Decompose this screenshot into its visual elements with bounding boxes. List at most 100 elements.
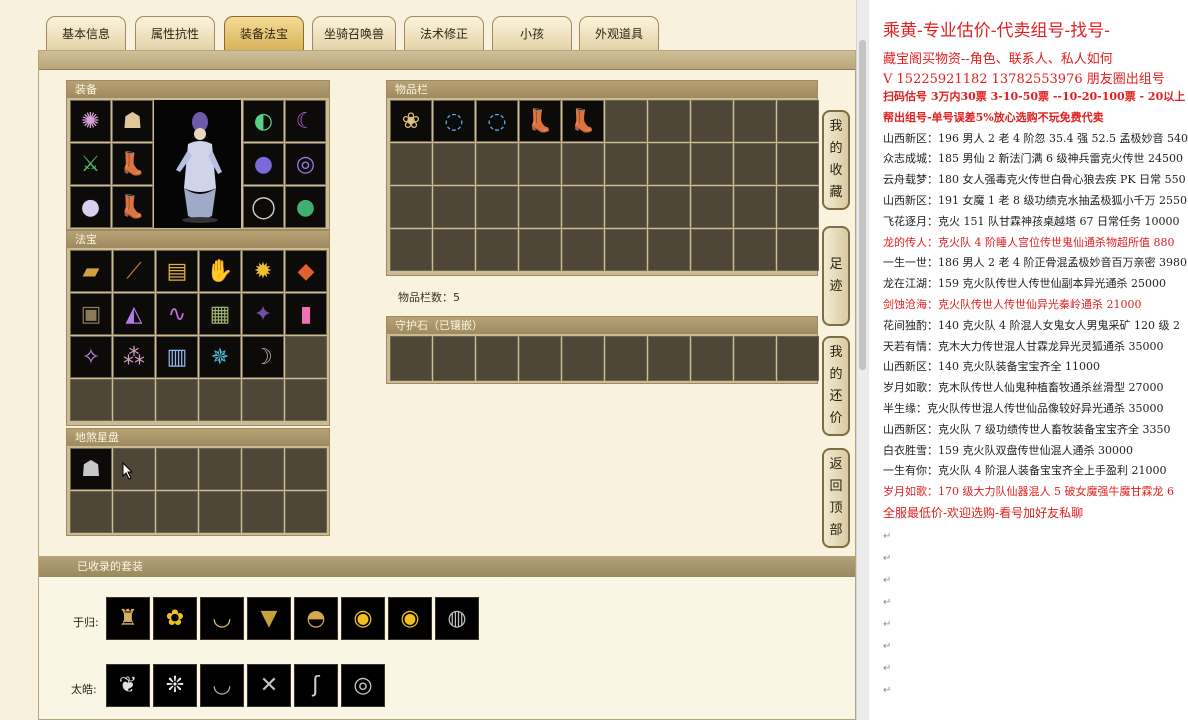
item-slot[interactable]: 👢: [562, 100, 604, 142]
empty-slot[interactable]: [113, 379, 155, 421]
white-wings-icon[interactable]: ❊: [153, 664, 197, 707]
empty-slot[interactable]: [285, 379, 327, 421]
item-slot[interactable]: 👢: [519, 100, 561, 142]
my-favorites-button[interactable]: 我的收藏: [822, 110, 850, 210]
item-slot[interactable]: ✦: [242, 293, 284, 335]
empty-slot[interactable]: [199, 491, 241, 533]
empty-slot[interactable]: [390, 186, 432, 228]
item-slot[interactable]: ✺: [70, 100, 111, 142]
item-slot[interactable]: ✹: [242, 250, 284, 292]
empty-slot[interactable]: [476, 186, 518, 228]
empty-slot[interactable]: [777, 336, 819, 381]
item-slot[interactable]: ☾: [285, 100, 326, 142]
item-slot[interactable]: ⟋: [113, 250, 155, 292]
empty-slot[interactable]: [605, 336, 647, 381]
empty-slot[interactable]: [285, 491, 327, 533]
empty-slot[interactable]: [476, 336, 518, 381]
empty-slot[interactable]: [433, 143, 475, 185]
page-scrollbar[interactable]: [856, 0, 868, 720]
empty-slot[interactable]: [734, 143, 776, 185]
empty-slot[interactable]: [648, 229, 690, 271]
empty-slot[interactable]: [777, 100, 819, 142]
my-counteroffer-button[interactable]: 我的还价: [822, 336, 850, 436]
empty-slot[interactable]: [113, 448, 155, 490]
empty-slot[interactable]: [242, 491, 284, 533]
tab-attributes[interactable]: 属性抗性: [135, 16, 215, 50]
item-slot[interactable]: ◌: [476, 100, 518, 142]
gold-ring-icon[interactable]: ◉: [341, 597, 385, 640]
empty-slot[interactable]: [285, 336, 327, 378]
item-slot[interactable]: ☗: [70, 448, 112, 490]
necklace-icon[interactable]: ◡: [200, 597, 244, 640]
item-slot[interactable]: ☽: [242, 336, 284, 378]
empty-slot[interactable]: [390, 336, 432, 381]
empty-slot[interactable]: [734, 100, 776, 142]
item-slot[interactable]: ◭: [113, 293, 155, 335]
tab-children[interactable]: 小孩: [492, 16, 572, 50]
item-slot[interactable]: 👢: [112, 143, 153, 185]
empty-slot[interactable]: [242, 379, 284, 421]
item-slot[interactable]: ●: [243, 143, 284, 185]
tab-basic-info[interactable]: 基本信息: [46, 16, 126, 50]
tab-appearance[interactable]: 外观道具: [579, 16, 659, 50]
empty-slot[interactable]: [777, 229, 819, 271]
gold-ring-icon[interactable]: ◉: [388, 597, 432, 640]
empty-slot[interactable]: [648, 186, 690, 228]
empty-slot[interactable]: [562, 143, 604, 185]
tab-mounts-pets[interactable]: 坐骑召唤兽: [312, 16, 396, 50]
empty-slot[interactable]: [476, 229, 518, 271]
empty-slot[interactable]: [648, 336, 690, 381]
empty-slot[interactable]: [113, 491, 155, 533]
item-slot[interactable]: ⚔: [70, 143, 111, 185]
empty-slot[interactable]: [691, 336, 733, 381]
empty-slot[interactable]: [199, 379, 241, 421]
item-slot[interactable]: ▥: [156, 336, 198, 378]
empty-slot[interactable]: [433, 336, 475, 381]
empty-slot[interactable]: [734, 336, 776, 381]
item-slot[interactable]: ⁂: [113, 336, 155, 378]
dark-bow-icon[interactable]: ✕: [247, 664, 291, 707]
scrollbar-thumb[interactable]: [859, 40, 866, 370]
mask-icon[interactable]: ◓: [294, 597, 338, 640]
empty-slot[interactable]: [70, 491, 112, 533]
empty-slot[interactable]: [156, 379, 198, 421]
silver-flame-icon[interactable]: ❦: [106, 664, 150, 707]
item-slot[interactable]: ▦: [199, 293, 241, 335]
empty-slot[interactable]: [390, 229, 432, 271]
item-slot[interactable]: ▣: [70, 293, 112, 335]
item-slot[interactable]: ◐: [243, 100, 284, 142]
empty-slot[interactable]: [519, 143, 561, 185]
empty-slot[interactable]: [562, 186, 604, 228]
empty-slot[interactable]: [519, 229, 561, 271]
item-slot[interactable]: ✵: [199, 336, 241, 378]
tab-equipment[interactable]: 装备法宝: [224, 16, 304, 50]
empty-slot[interactable]: [433, 229, 475, 271]
empty-slot[interactable]: [648, 143, 690, 185]
item-slot[interactable]: ◯: [243, 186, 284, 228]
item-slot[interactable]: ▰: [70, 250, 112, 292]
dark-ring-icon[interactable]: ◎: [341, 664, 385, 707]
empty-slot[interactable]: [390, 143, 432, 185]
item-slot[interactable]: ☗: [112, 100, 153, 142]
empty-slot[interactable]: [199, 448, 241, 490]
item-slot[interactable]: ●: [285, 186, 326, 228]
item-slot[interactable]: ❀: [390, 100, 432, 142]
empty-slot[interactable]: [648, 100, 690, 142]
dark-necklace-icon[interactable]: ◡: [200, 664, 244, 707]
empty-slot[interactable]: [156, 491, 198, 533]
empty-slot[interactable]: [734, 186, 776, 228]
item-slot[interactable]: ✧: [70, 336, 112, 378]
empty-slot[interactable]: [605, 143, 647, 185]
empty-slot[interactable]: [605, 186, 647, 228]
tab-spells[interactable]: 法术修正: [404, 16, 484, 50]
empty-slot[interactable]: [691, 100, 733, 142]
empty-slot[interactable]: [156, 448, 198, 490]
empty-slot[interactable]: [734, 229, 776, 271]
gold-flower-icon[interactable]: ✿: [153, 597, 197, 640]
item-slot[interactable]: ▮: [285, 293, 327, 335]
item-slot[interactable]: ●: [70, 186, 111, 228]
empty-slot[interactable]: [691, 143, 733, 185]
item-slot[interactable]: ◌: [433, 100, 475, 142]
empty-slot[interactable]: [562, 336, 604, 381]
empty-slot[interactable]: [242, 448, 284, 490]
